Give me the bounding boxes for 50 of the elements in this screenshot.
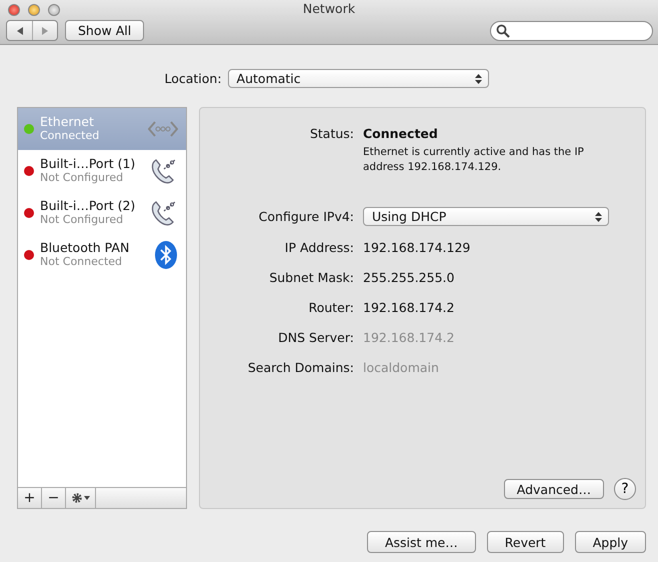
service-item[interactable]: Bluetooth PAN Not Connected — [18, 234, 186, 276]
field-label: Router: — [308, 300, 354, 315]
field-label: Subnet Mask: — [268, 270, 354, 285]
service-name: Ethernet — [40, 115, 95, 129]
service-status: Not Connected — [40, 255, 124, 269]
window-title: Network — [302, 1, 356, 16]
status-label: Status: — [308, 126, 354, 143]
service-status: Connected — [40, 129, 100, 143]
status-note: Ethernet is currently active and has the IP address 192.168.174.129. — [363, 145, 585, 175]
service-name: Bluetooth PAN — [40, 241, 130, 255]
field-label: IP Address: — [284, 240, 354, 255]
help-button[interactable]: ? — [614, 478, 636, 500]
field-value: 192.168.174.2 — [363, 300, 454, 315]
location-label: Location: — [164, 71, 222, 86]
field-label: DNS Server: — [277, 330, 354, 345]
phone-icon — [150, 157, 178, 185]
list-action-button[interactable]: − — [42, 488, 66, 508]
updown-icon — [474, 74, 482, 84]
field-label: Search Domains: — [246, 360, 354, 375]
configure-select[interactable]: Using DHCP — [363, 207, 609, 226]
bluetooth-icon — [154, 240, 178, 270]
zoom-button[interactable] — [48, 4, 60, 16]
field-value: localdomain — [363, 360, 439, 375]
configure-label: Configure IPv4: — [258, 209, 354, 224]
location-select[interactable]: Automatic — [228, 69, 489, 88]
phone-icon — [150, 199, 178, 227]
service-status: Not Configured — [40, 171, 124, 185]
service-name: Built-i…Port (1) — [40, 157, 136, 171]
search-field[interactable] — [490, 20, 653, 40]
advanced-button[interactable]: Advanced… — [504, 479, 604, 499]
service-item[interactable]: Built-i…Port (1) Not Configured — [18, 150, 186, 192]
gear-icon — [70, 492, 90, 504]
footer-button[interactable]: Assist me… — [366, 531, 476, 553]
minimize-button[interactable] — [28, 4, 40, 16]
field-value: 255.255.255.0 — [363, 270, 454, 285]
field-value: 192.168.174.129 — [363, 240, 470, 255]
footer-button[interactable]: Revert — [486, 531, 564, 553]
updown-icon — [595, 212, 602, 222]
service-status: Not Configured — [40, 213, 124, 227]
service-item[interactable]: Built-i…Port (2) Not Configured — [18, 192, 186, 234]
show-all-button[interactable]: Show All — [65, 20, 144, 41]
forward-icon — [40, 26, 50, 36]
search-icon — [496, 24, 510, 38]
service-name: Built-i…Port (2) — [40, 199, 136, 213]
footer-button[interactable]: Apply — [574, 531, 646, 553]
close-button[interactable] — [8, 4, 20, 16]
field-value: 192.168.174.2 — [363, 330, 454, 345]
back-icon — [14, 26, 24, 36]
status-value: Connected — [363, 126, 439, 141]
list-action-button[interactable]: + — [18, 488, 42, 508]
